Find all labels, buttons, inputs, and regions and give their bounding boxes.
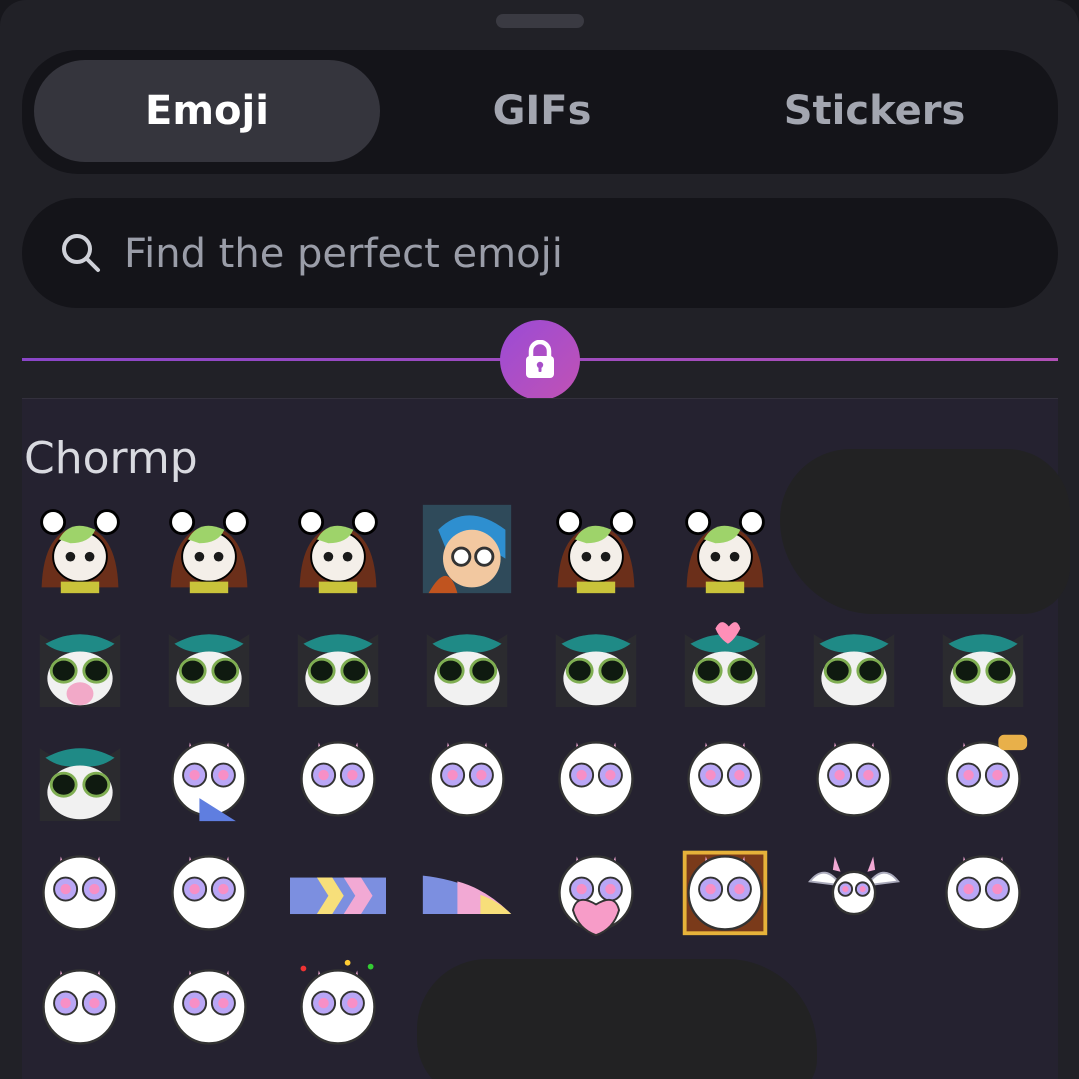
- panda-typing-icon: [685, 509, 765, 594]
- emoji-panda-glasses[interactable]: [288, 499, 388, 599]
- creature-dab-icon: [558, 741, 634, 817]
- cat-teal-grin-icon: [555, 634, 637, 708]
- emoji-tail-tip[interactable]: [417, 841, 517, 941]
- tail-striped-icon: [290, 877, 386, 915]
- section-title: Chormp: [24, 433, 198, 484]
- emoji-creature-treasure-box[interactable]: [675, 841, 775, 941]
- emoji-creature-confetti[interactable]: [288, 955, 388, 1055]
- creature-heart-hug-icon: [558, 855, 634, 937]
- emoji-creature-tongue[interactable]: [159, 727, 259, 827]
- creature-blep-icon: [945, 855, 1021, 931]
- emoji-tail-striped[interactable]: [288, 841, 388, 941]
- emoji-creature-blep[interactable]: [933, 841, 1033, 941]
- tab-gifs[interactable]: GIFs: [382, 60, 702, 162]
- emoji-creature-bandage[interactable]: [159, 955, 259, 1055]
- creature-bandage-icon: [171, 969, 247, 1045]
- creature-peek-icon: [171, 855, 247, 931]
- emoji-panda-green-hair[interactable]: [30, 499, 130, 599]
- creature-facepalm-icon: [687, 741, 763, 817]
- emoji-panda-typing[interactable]: [675, 499, 775, 599]
- emoji-cat-teal-crying[interactable]: [417, 613, 517, 713]
- creature-point-icon: [42, 969, 118, 1045]
- drag-handle[interactable]: [496, 14, 584, 28]
- panda-glasses-icon: [298, 509, 378, 594]
- cat-teal-hearts-icon: [684, 622, 766, 708]
- redacted-area: [780, 449, 1070, 614]
- emoji-creature-winged[interactable]: [804, 841, 904, 941]
- search-input[interactable]: [122, 218, 1026, 290]
- creature-dizzy-icon: [816, 741, 892, 817]
- emoji-cat-teal-stare[interactable]: [30, 727, 130, 827]
- cat-teal-scream-icon: [39, 634, 121, 708]
- cat-teal-smug-icon: [813, 634, 895, 708]
- cat-teal-glasses-icon: [168, 634, 250, 708]
- emoji-cat-teal-glasses[interactable]: [159, 613, 259, 713]
- emoji-creature-peek[interactable]: [159, 841, 259, 941]
- search-bar: [22, 198, 1058, 308]
- blue-haired-person-icon: [422, 504, 512, 594]
- creature-heart-eyes-icon: [42, 855, 118, 931]
- emoji-creature-dab[interactable]: [546, 727, 646, 827]
- lock-button[interactable]: [500, 320, 580, 400]
- picker-tabs: Emoji GIFs Stickers: [22, 50, 1058, 174]
- emoji-cat-teal-sleeping[interactable]: [288, 613, 388, 713]
- creature-tongue-icon: [171, 741, 247, 822]
- emoji-cat-teal-blush[interactable]: [933, 613, 1033, 713]
- creature-sad-icon: [300, 741, 376, 817]
- emoji-cat-teal-grin[interactable]: [546, 613, 646, 713]
- emoji-creature-crying[interactable]: [417, 727, 517, 827]
- cat-teal-stare-icon: [39, 748, 121, 822]
- cat-teal-sleeping-icon: [297, 634, 379, 708]
- redacted-area: [417, 959, 817, 1079]
- emoji-creature-facepalm[interactable]: [675, 727, 775, 827]
- emoji-cat-teal-scream[interactable]: [30, 613, 130, 713]
- emoji-blue-haired-person[interactable]: [417, 499, 517, 599]
- cat-teal-blush-icon: [942, 634, 1024, 708]
- cat-teal-crying-icon: [426, 634, 508, 708]
- search-icon: [62, 234, 100, 272]
- emoji-panel: Chormp: [22, 398, 1070, 1079]
- tail-tip-icon: [422, 875, 512, 915]
- emoji-creature-dizzy[interactable]: [804, 727, 904, 827]
- emoji-creature-burger[interactable]: [933, 727, 1033, 827]
- emoji-creature-heart-hug[interactable]: [546, 841, 646, 941]
- emoji-cat-teal-smug[interactable]: [804, 613, 904, 713]
- creature-confetti-icon: [300, 959, 376, 1045]
- tab-emoji[interactable]: Emoji: [34, 60, 380, 162]
- creature-treasure-box-icon: [682, 850, 768, 936]
- emoji-cat-teal-hearts[interactable]: [675, 613, 775, 713]
- creature-winged-icon: [808, 856, 900, 916]
- creature-crying-icon: [429, 741, 505, 817]
- lock-icon: [526, 340, 554, 378]
- emoji-creature-sad[interactable]: [288, 727, 388, 827]
- panda-green-hair-icon: [40, 509, 120, 594]
- emoji-creature-heart-eyes[interactable]: [30, 841, 130, 941]
- panda-hug-icon: [169, 509, 249, 594]
- emoji-creature-point[interactable]: [30, 955, 130, 1055]
- panda-head-icon: [556, 509, 636, 594]
- tab-stickers[interactable]: Stickers: [712, 60, 1037, 162]
- emoji-picker-sheet: Emoji GIFs Stickers Chormp: [0, 0, 1079, 1079]
- emoji-panda-head[interactable]: [546, 499, 646, 599]
- emoji-panda-hug[interactable]: [159, 499, 259, 599]
- creature-burger-icon: [945, 734, 1028, 817]
